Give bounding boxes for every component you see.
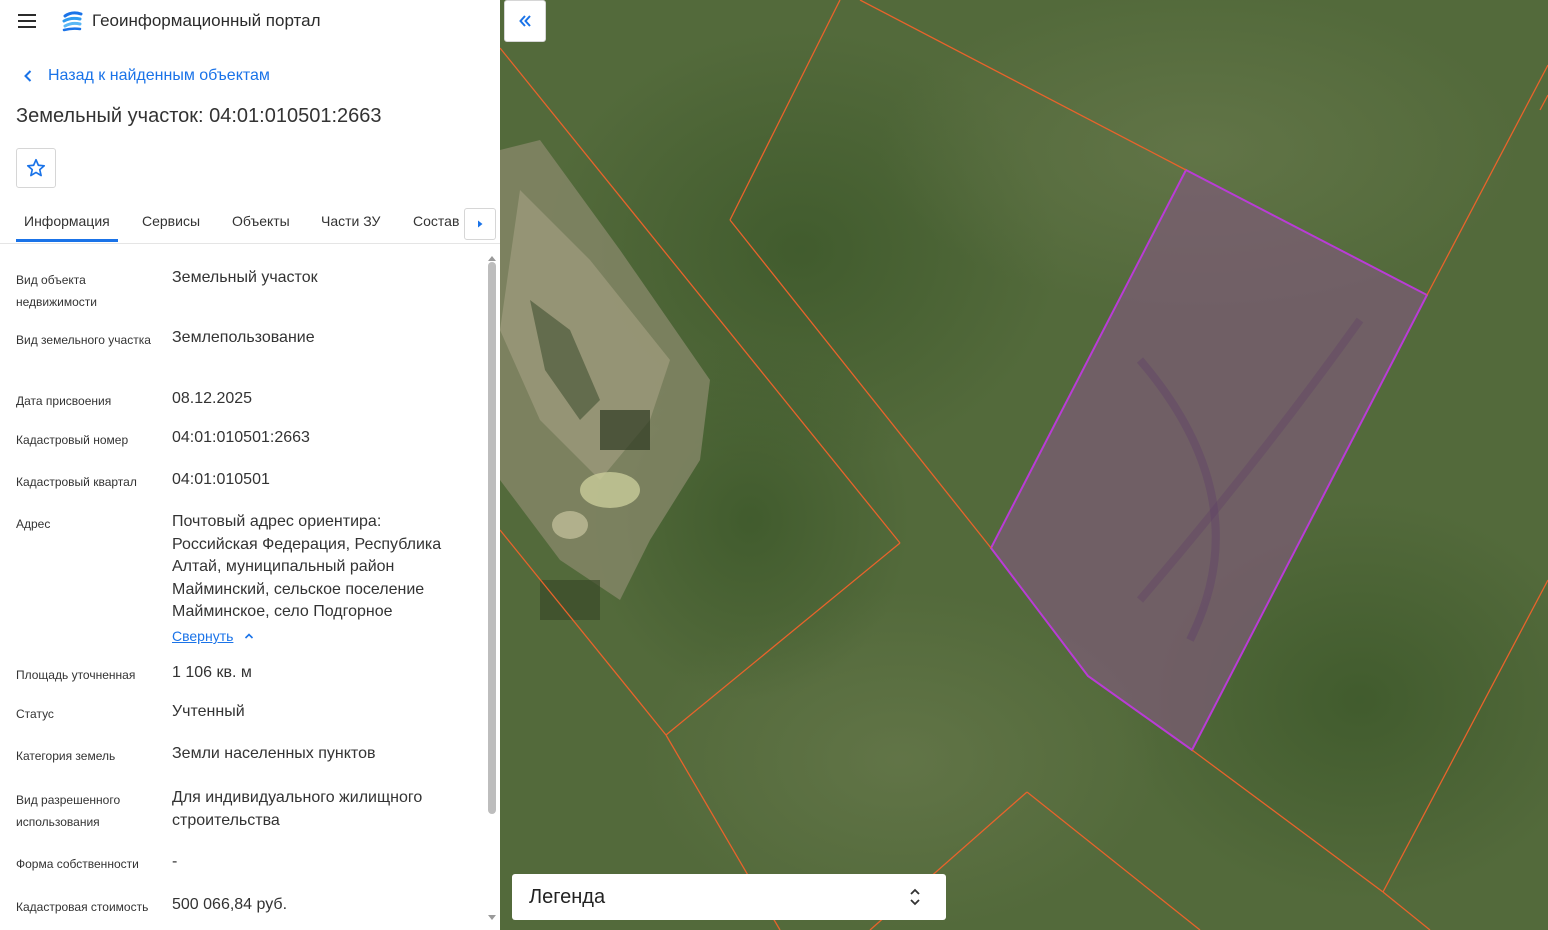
info-value: Земельный участок	[172, 269, 318, 286]
scroll-up-arrow-icon[interactable]	[488, 256, 496, 261]
info-label: Адрес	[16, 517, 51, 531]
info-value: Учтенный	[172, 703, 245, 720]
map-view[interactable]: Легенда	[500, 0, 1548, 930]
info-value: 500 066,84 руб.	[172, 896, 288, 913]
menu-icon[interactable]	[16, 10, 40, 32]
collapse-label: Свернуть	[172, 628, 234, 644]
info-label: Кадастровый номер	[16, 433, 129, 447]
back-to-results-link[interactable]: Назад к найденным объектам	[16, 64, 270, 88]
tabs-scroll-right-button[interactable]	[464, 208, 496, 240]
active-tab-indicator	[16, 239, 118, 242]
back-link-label: Назад к найденным объектам	[48, 67, 270, 84]
app-title: Геоинформационный портал	[92, 11, 321, 30]
collapse-address-link[interactable]: Свернуть	[172, 628, 255, 644]
info-value: -	[172, 853, 178, 870]
tab-info[interactable]: Информация	[24, 213, 110, 229]
info-value: Для индивидуального жилищного строительс…	[172, 789, 423, 829]
info-label: Вид земельного участка	[16, 333, 151, 347]
info-value: 08.12.2025	[172, 390, 253, 407]
chevron-up-icon	[245, 633, 254, 639]
sort-updown-icon	[910, 888, 920, 906]
legend-label: Легенда	[529, 886, 606, 908]
info-label: Статус	[16, 707, 54, 721]
tab-bar: Информация Сервисы Объекты Части ЗУ Сост…	[0, 200, 500, 244]
app-header: Геоинформационный портал	[0, 0, 500, 42]
legend-dropdown[interactable]: Легенда	[512, 874, 946, 920]
info-label: Категория земель	[16, 749, 116, 763]
scroll-down-arrow-icon[interactable]	[488, 915, 496, 920]
scrollbar-thumb[interactable]	[488, 262, 496, 814]
info-label: Форма собственности	[16, 857, 139, 871]
page-title: Земельный участок: 04:01:010501:2663	[16, 105, 382, 127]
tab-objects[interactable]: Объекты	[232, 213, 290, 229]
tab-services[interactable]: Сервисы	[142, 213, 200, 229]
info-value: Землепользование	[172, 329, 315, 346]
info-value: 04:01:010501	[172, 471, 270, 488]
tab-parts[interactable]: Части ЗУ	[321, 213, 380, 229]
collapse-panel-button[interactable]	[504, 0, 546, 42]
info-label: Вид разрешенного использования	[16, 793, 121, 829]
info-label: Кадастровый квартал	[16, 475, 137, 489]
caret-right-icon	[478, 220, 483, 228]
info-value: Почтовый адрес ориентира: Российская Фед…	[172, 513, 442, 620]
double-chevron-left-icon	[519, 15, 531, 27]
info-label: Площадь уточненная	[16, 668, 136, 682]
info-label: Кадастровая стоимость	[16, 900, 149, 914]
info-value: 04:01:010501:2663	[172, 429, 310, 446]
portal-logo-icon	[62, 11, 83, 32]
favorite-button[interactable]	[16, 148, 56, 188]
info-value: 1 106 кв. м	[172, 664, 252, 681]
info-value: Земли населенных пунктов	[172, 745, 376, 762]
satellite-map[interactable]	[500, 0, 1548, 930]
star-icon	[26, 158, 46, 177]
side-panel: Геоинформационный портал Назад к найденн…	[0, 0, 500, 930]
tab-composition[interactable]: Состав	[413, 213, 459, 229]
chevron-left-icon	[24, 70, 32, 82]
info-panel: Вид объекта недвижимости Земельный участ…	[0, 244, 486, 930]
info-label: Дата присвоения	[16, 394, 112, 408]
info-label: Вид объекта недвижимости	[16, 273, 97, 309]
